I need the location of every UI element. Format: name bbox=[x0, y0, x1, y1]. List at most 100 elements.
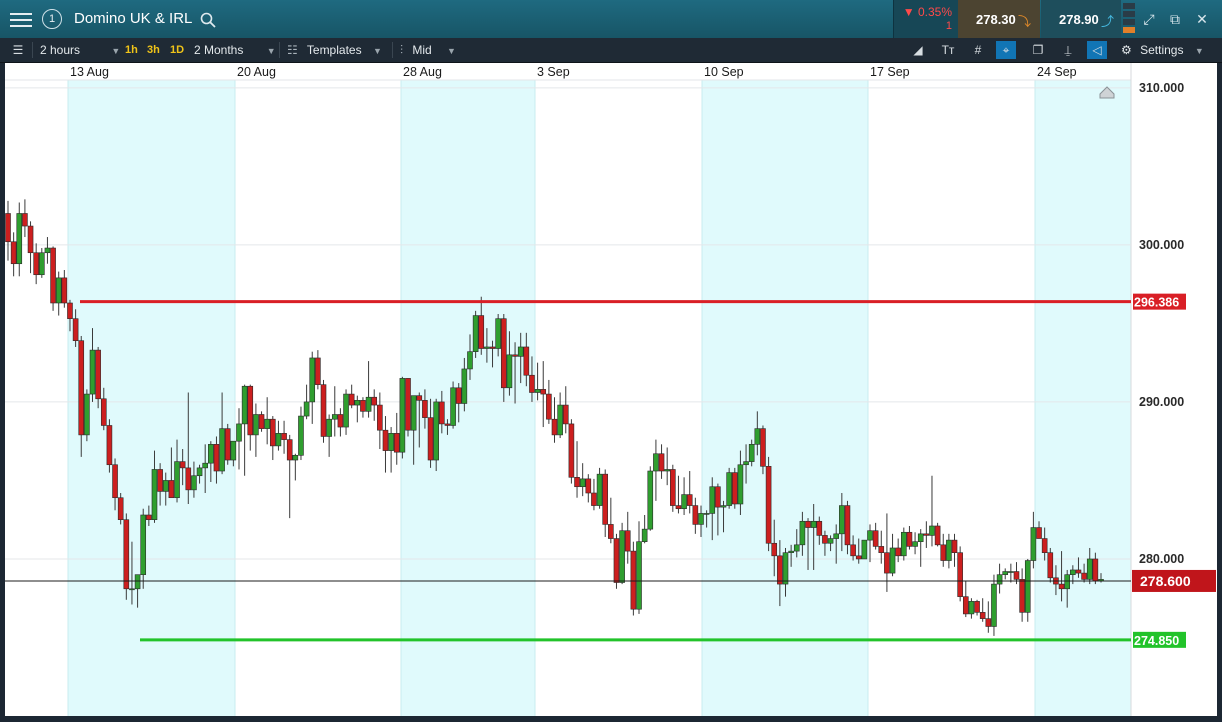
candle-up bbox=[202, 462, 208, 469]
candle-up bbox=[196, 467, 203, 477]
candle-down bbox=[562, 404, 569, 425]
search-icon[interactable] bbox=[200, 12, 216, 28]
settings-button[interactable]: ⚙ Settings ▼ bbox=[1121, 38, 1204, 62]
week-band bbox=[702, 63, 868, 716]
menu-icon[interactable] bbox=[10, 9, 32, 29]
candle-up bbox=[867, 530, 873, 541]
candle-up bbox=[793, 544, 800, 552]
candle-up bbox=[929, 525, 935, 536]
candle-down bbox=[551, 418, 558, 436]
candle-up bbox=[16, 213, 23, 265]
candle-down bbox=[574, 477, 580, 488]
candle-up bbox=[388, 433, 394, 451]
expand-icon[interactable]: ⤢ bbox=[1140, 10, 1158, 28]
candle-up bbox=[664, 469, 670, 472]
candle-up bbox=[450, 387, 456, 426]
candle-down bbox=[822, 535, 828, 544]
change-percent: ▼ 0.35% bbox=[902, 5, 952, 19]
candle-up bbox=[219, 428, 225, 472]
candle-down bbox=[444, 423, 451, 426]
list-icon[interactable]: ☰ bbox=[8, 41, 28, 59]
candle-down bbox=[50, 247, 56, 304]
candle-down bbox=[613, 538, 620, 583]
interval-1h-button[interactable]: 1h bbox=[125, 38, 138, 62]
candle-down bbox=[670, 469, 676, 506]
candle-up bbox=[298, 415, 304, 456]
buy-arrow-icon: ⤴ bbox=[1101, 14, 1115, 29]
info-icon[interactable]: 1 bbox=[42, 9, 62, 29]
candle-up bbox=[534, 389, 541, 393]
candle-down bbox=[1075, 569, 1082, 574]
interval-label: 2 hours bbox=[40, 43, 81, 57]
candle-up bbox=[703, 513, 710, 515]
buy-button[interactable]: 278.90 ⤴ bbox=[1041, 0, 1121, 38]
candle-down bbox=[940, 544, 947, 561]
candle-down bbox=[1013, 571, 1020, 580]
templates-select[interactable]: ☷ Templates ▼ bbox=[287, 38, 382, 62]
interval-3h-button[interactable]: 3h bbox=[147, 38, 160, 62]
price-mode-select[interactable]: ⫶ Mid ▼ bbox=[400, 38, 456, 62]
candle-down bbox=[692, 505, 699, 525]
candle-up bbox=[557, 404, 563, 436]
candle-down bbox=[591, 492, 597, 506]
candle-down bbox=[348, 393, 355, 406]
popout-icon[interactable]: ⧉ bbox=[1166, 10, 1184, 28]
resistance-price-label: 296.386 bbox=[1134, 296, 1179, 310]
candle-down bbox=[529, 374, 535, 393]
candle-up bbox=[1024, 560, 1031, 613]
candle-up bbox=[1070, 569, 1076, 575]
candle-down bbox=[675, 505, 682, 510]
candle-down bbox=[320, 384, 327, 437]
candle-down bbox=[123, 519, 130, 590]
candle-down bbox=[1047, 552, 1054, 579]
close-icon[interactable]: ✕ bbox=[1193, 10, 1211, 28]
interval-select[interactable]: 2 hours ▼ bbox=[40, 38, 120, 62]
candle-down bbox=[489, 346, 496, 349]
sell-price: 278.30 bbox=[976, 12, 1016, 27]
sell-arrow-icon: ⤵ bbox=[1018, 14, 1032, 29]
range-label: 2 Months bbox=[194, 43, 244, 57]
candle-up bbox=[303, 401, 310, 417]
candle-down bbox=[630, 550, 637, 610]
candle-down bbox=[269, 418, 276, 447]
grid-icon[interactable]: # bbox=[968, 41, 988, 59]
candle-down bbox=[106, 425, 113, 466]
price-tag-icon[interactable]: ◁ bbox=[1087, 41, 1107, 59]
candle-down bbox=[185, 467, 192, 491]
candle-up bbox=[506, 354, 513, 389]
price-chart[interactable]: 13 Aug 20 Aug 28 Aug 3 Sep 10 Sep 17 Sep 24 Se… bbox=[5, 63, 1217, 716]
candle-up bbox=[996, 574, 1003, 585]
sell-button[interactable]: 278.30 ⤵ bbox=[958, 0, 1040, 38]
templates-icon: ☷ bbox=[287, 43, 298, 57]
crosshair-icon[interactable]: ⌖ bbox=[996, 41, 1016, 59]
candle-up bbox=[1086, 558, 1093, 580]
candle-down bbox=[923, 533, 930, 536]
candlestick-chart[interactable]: 13 Aug 20 Aug 28 Aug 3 Sep 10 Sep 17 Sep 24 Se… bbox=[5, 63, 1217, 716]
interval-1d-button[interactable]: 1D bbox=[170, 38, 184, 62]
candle-up bbox=[472, 315, 479, 352]
candle-down bbox=[872, 530, 879, 547]
text-tool-icon[interactable]: Tт bbox=[938, 41, 958, 59]
candle-up bbox=[253, 414, 259, 436]
daily-change: ▼ 0.35% 1 bbox=[893, 0, 958, 38]
candle-up bbox=[839, 505, 845, 535]
candle-down bbox=[686, 494, 693, 506]
draw-line-icon[interactable]: ◢ bbox=[908, 41, 928, 59]
candle-up bbox=[901, 531, 907, 557]
candle-up bbox=[827, 538, 834, 544]
candle-up bbox=[191, 475, 197, 491]
range-select[interactable]: 2 Months ▼ bbox=[194, 38, 276, 62]
candle-down bbox=[951, 539, 958, 553]
candle-up bbox=[912, 541, 918, 547]
candle-up bbox=[44, 247, 51, 254]
layers-icon[interactable]: ❐ bbox=[1028, 41, 1048, 59]
candle-up bbox=[579, 478, 586, 488]
candle-down bbox=[427, 417, 434, 461]
candle-down bbox=[422, 400, 428, 418]
candle-down bbox=[33, 252, 39, 276]
candle-up bbox=[354, 400, 361, 406]
candle-down bbox=[10, 241, 17, 265]
candle-down bbox=[72, 318, 79, 341]
candle-down bbox=[1058, 583, 1065, 590]
alert-icon[interactable]: ⍊ bbox=[1058, 41, 1078, 59]
